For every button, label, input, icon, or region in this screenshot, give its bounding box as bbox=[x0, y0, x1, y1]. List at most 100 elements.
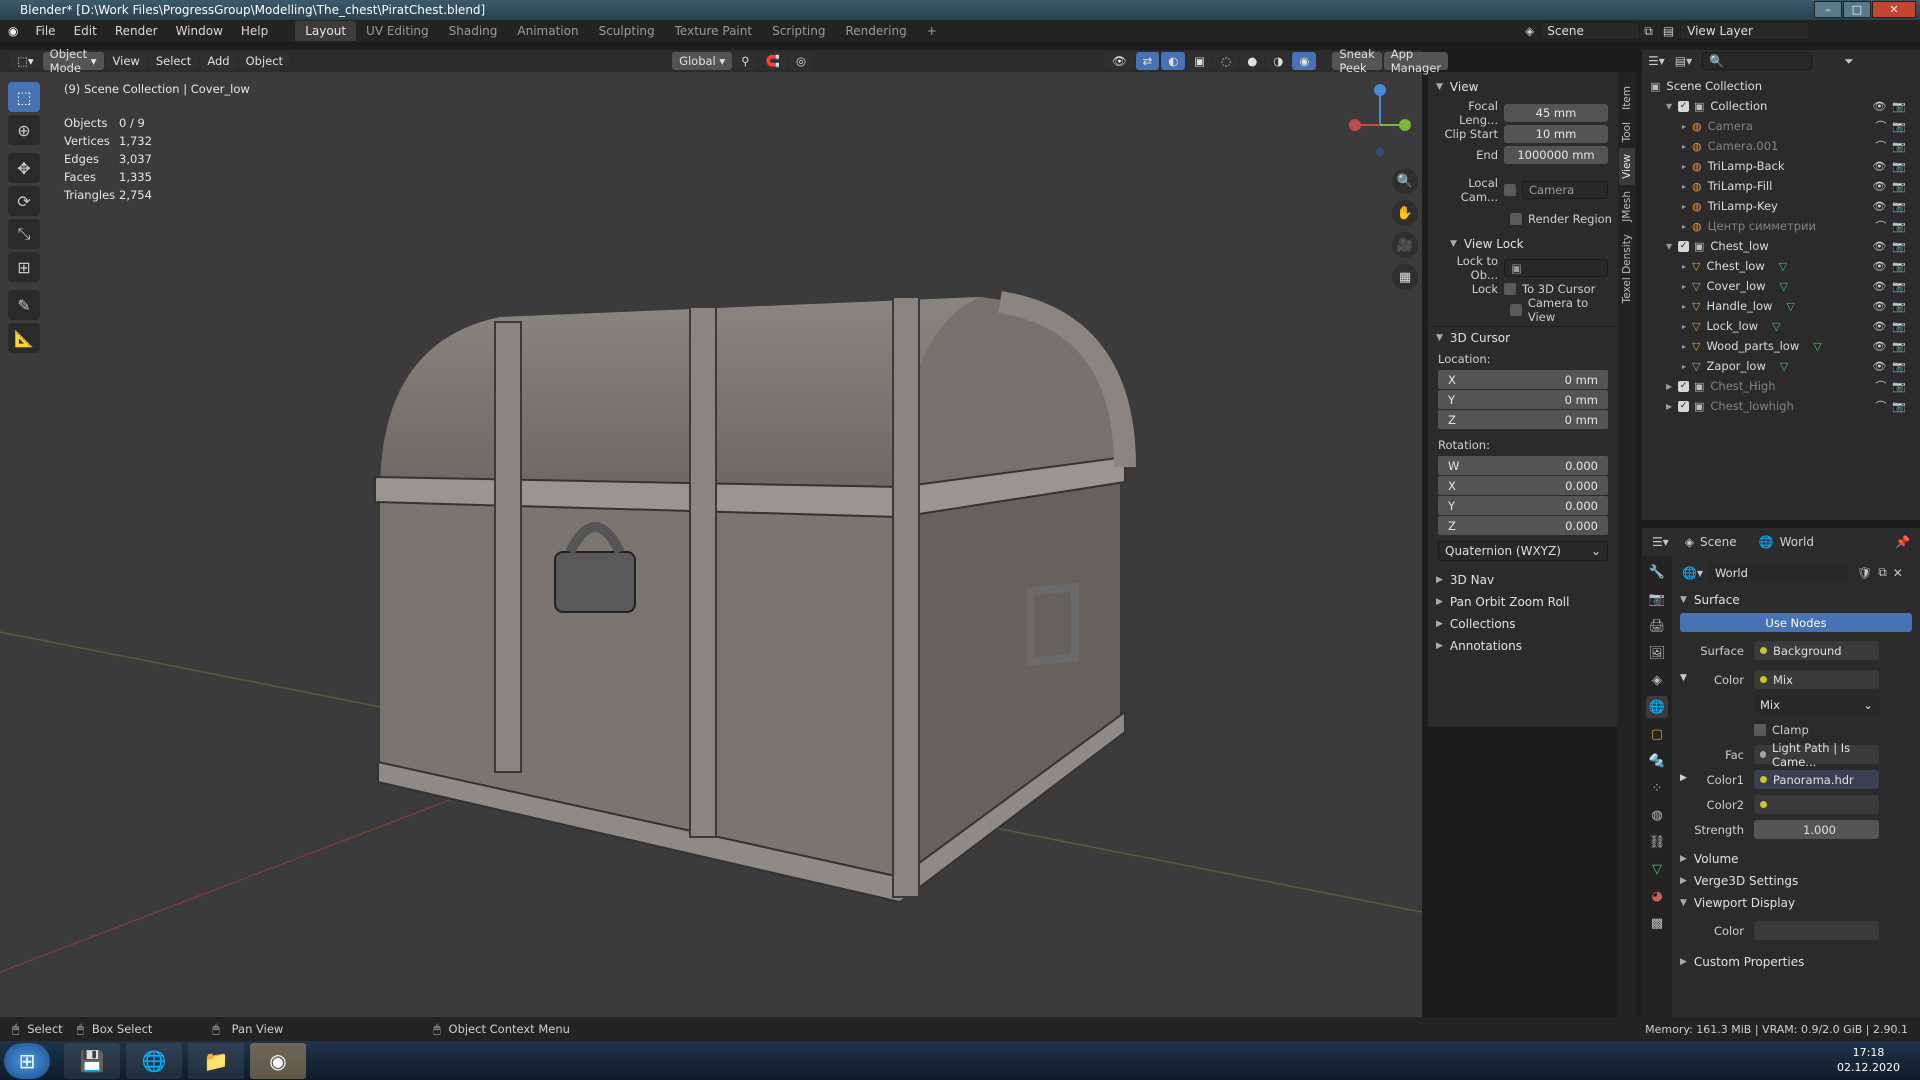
world-browse-icon[interactable]: 🌐▾ bbox=[1682, 566, 1703, 580]
visibility-render-icons[interactable]: ⌒📷 bbox=[1875, 218, 1912, 234]
tab-view[interactable]: View bbox=[1619, 148, 1635, 186]
focal-length-field[interactable]: 45 mm bbox=[1504, 103, 1608, 122]
to-3d-cursor-checkbox[interactable] bbox=[1504, 282, 1516, 295]
mode-selector[interactable]: Object Mode ▾ bbox=[42, 47, 104, 75]
collection-checkbox[interactable]: ✓ bbox=[1678, 240, 1689, 252]
editor-type-button[interactable]: ⬚▾ bbox=[10, 52, 41, 70]
visibility-render-icons[interactable]: ⌒📷 bbox=[1875, 378, 1912, 394]
volume-panel-header[interactable]: ▶ Volume bbox=[1672, 848, 1920, 870]
menu-object[interactable]: Object bbox=[238, 52, 291, 70]
cursor-rotation-y[interactable]: Y 0.000 bbox=[1438, 496, 1608, 515]
vd-color-swatch[interactable] bbox=[1754, 921, 1879, 940]
menu-help[interactable]: Help bbox=[232, 24, 277, 38]
outliner-row[interactable]: ▸ ▽ Lock_low ▽ 👁📷 bbox=[1642, 316, 1920, 336]
pan-hand-icon[interactable]: ✋ bbox=[1392, 200, 1418, 226]
expand-arrow-icon[interactable]: ▶ bbox=[1666, 382, 1676, 391]
surface-panel-header[interactable]: ▼ Surface bbox=[1672, 589, 1920, 611]
cursor-tool-icon[interactable]: ⊕ bbox=[8, 115, 40, 145]
constraint-tab-icon[interactable]: ⛓ bbox=[1646, 831, 1668, 853]
outliner-row[interactable]: ▼ ✓ ▣ Collection 👁📷 bbox=[1642, 96, 1920, 116]
sneak-peek-button[interactable]: Sneak Peek bbox=[1332, 47, 1382, 75]
scene-tab-icon[interactable]: ◈ bbox=[1646, 669, 1668, 691]
visibility-render-icons[interactable]: 👁📷 bbox=[1872, 360, 1912, 373]
material-shading-icon[interactable]: ◑ bbox=[1266, 52, 1291, 70]
outliner-row[interactable]: ▸ ◍ Camera.001 ⌒📷 bbox=[1642, 136, 1920, 156]
proportional-edit-icon[interactable]: ◎ bbox=[788, 52, 813, 70]
clamp-checkbox[interactable] bbox=[1754, 723, 1766, 736]
editor-type-icon[interactable]: ☰▾ bbox=[1652, 535, 1669, 549]
outliner-root[interactable]: ▣ Scene Collection bbox=[1642, 76, 1920, 96]
tab-animation[interactable]: Animation bbox=[507, 21, 588, 41]
blender-logo-icon[interactable]: ◉ bbox=[8, 24, 18, 38]
cursor-location-x[interactable]: X 0 mm bbox=[1438, 370, 1608, 389]
menu-render[interactable]: Render bbox=[106, 24, 167, 38]
physics-tab-icon[interactable]: ◍ bbox=[1646, 804, 1668, 826]
visibility-render-icons[interactable]: ⌒📷 bbox=[1875, 138, 1912, 154]
outliner-row[interactable]: ▸ ▽ Chest_low ▽ 👁📷 bbox=[1642, 256, 1920, 276]
panel-collections[interactable]: ▶ Collections bbox=[1428, 613, 1618, 635]
visibility-render-icons[interactable]: 👁📷 bbox=[1872, 240, 1912, 253]
modifier-tab-icon[interactable]: 🔩 bbox=[1646, 750, 1668, 772]
fake-user-icon[interactable]: 🛡 bbox=[1857, 566, 1872, 580]
view-layer-icon[interactable]: ▤ bbox=[1663, 24, 1674, 38]
outliner-row[interactable]: ▶ ✓ ▣ Chest_High ⌒📷 bbox=[1642, 376, 1920, 396]
render-region-checkbox[interactable] bbox=[1510, 212, 1522, 225]
zoom-icon[interactable]: 🔍 bbox=[1392, 168, 1418, 194]
menu-file[interactable]: File bbox=[26, 24, 64, 38]
tab-item[interactable]: Item bbox=[1619, 80, 1635, 116]
local-camera-checkbox[interactable] bbox=[1504, 183, 1516, 196]
mesh-data-icon[interactable]: ▽ bbox=[1780, 360, 1788, 373]
object-tab-icon[interactable]: ▢ bbox=[1646, 723, 1668, 745]
outliner-row[interactable]: ▸ ▽ Zapor_low ▽ 👁📷 bbox=[1642, 356, 1920, 376]
pin-icon[interactable]: 📌 bbox=[1895, 535, 1910, 549]
scene-selector[interactable]: Scene bbox=[1540, 22, 1641, 40]
world-name-field[interactable]: World bbox=[1708, 563, 1849, 582]
expand-arrow-icon[interactable]: ▼ bbox=[1666, 102, 1676, 111]
expand-arrow-icon[interactable]: ▶ bbox=[1666, 402, 1676, 411]
color2-field[interactable] bbox=[1754, 795, 1879, 814]
color1-field[interactable]: Panorama.hdr bbox=[1754, 770, 1879, 789]
output-tab-icon[interactable]: 🖨 bbox=[1646, 615, 1668, 637]
mix-mode-dropdown[interactable]: Mix ⌄ bbox=[1754, 695, 1879, 714]
viewport-display-header[interactable]: ▼ Viewport Display bbox=[1672, 892, 1920, 914]
overlay-toggle-icon[interactable]: ◐ bbox=[1161, 52, 1186, 70]
strength-field[interactable]: 1.000 bbox=[1754, 820, 1879, 839]
camera-to-view-checkbox[interactable] bbox=[1510, 303, 1522, 316]
outliner-search-input[interactable]: 🔍 bbox=[1702, 52, 1813, 70]
mesh-data-icon[interactable]: ▽ bbox=[1813, 340, 1821, 353]
pivot-icon[interactable]: ⚲ bbox=[734, 52, 757, 70]
panel-3d-cursor-header[interactable]: ▼ 3D Cursor bbox=[1428, 326, 1618, 348]
visibility-render-icons[interactable]: 👁📷 bbox=[1872, 260, 1912, 273]
tab-texel-density[interactable]: Texel Density bbox=[1619, 228, 1635, 309]
outliner-row[interactable]: ▼ ✓ ▣ Chest_low 👁📷 bbox=[1642, 236, 1920, 256]
local-camera-field[interactable]: Camera bbox=[1522, 180, 1608, 199]
tab-shading[interactable]: Shading bbox=[439, 21, 508, 41]
solid-shading-icon[interactable]: ● bbox=[1240, 52, 1265, 70]
snap-icon[interactable]: 🧲 bbox=[758, 52, 787, 70]
mesh-data-icon[interactable]: ▽ bbox=[1786, 300, 1794, 313]
visibility-render-icons[interactable]: 👁📷 bbox=[1872, 160, 1912, 173]
gizmo-toggle-icon[interactable]: ⇄ bbox=[1135, 52, 1160, 70]
particles-tab-icon[interactable]: ⁘ bbox=[1646, 777, 1668, 799]
menu-view[interactable]: View bbox=[105, 52, 147, 70]
tab-jmesh[interactable]: JMesh bbox=[1619, 185, 1635, 228]
world-tab-icon[interactable]: 🌐 bbox=[1646, 696, 1668, 718]
unlink-icon[interactable]: ✕ bbox=[1893, 566, 1903, 580]
menu-edit[interactable]: Edit bbox=[65, 24, 106, 38]
select-box-tool-icon[interactable]: ⬚ bbox=[8, 82, 40, 112]
data-tab-icon[interactable]: ▽ bbox=[1646, 858, 1668, 880]
navigation-gizmo[interactable] bbox=[1345, 80, 1415, 160]
move-tool-icon[interactable]: ✥ bbox=[8, 153, 40, 183]
blender-app-icon[interactable]: ◉ bbox=[250, 1042, 306, 1079]
collection-checkbox[interactable]: ✓ bbox=[1678, 380, 1689, 392]
outliner-row[interactable]: ▸ ◍ TriLamp-Fill 👁📷 bbox=[1642, 176, 1920, 196]
display-mode-icon[interactable]: ▤▾ bbox=[1675, 54, 1692, 68]
collection-checkbox[interactable]: ✓ bbox=[1678, 400, 1689, 412]
tab-texture-paint[interactable]: Texture Paint bbox=[665, 21, 762, 41]
system-clock[interactable]: 17:18 02.12.2020 bbox=[1837, 1045, 1900, 1075]
outliner-row[interactable]: ▶ ✓ ▣ Chest_lowhigh ⌒📷 bbox=[1642, 396, 1920, 416]
camera-view-icon[interactable]: 🎥 bbox=[1392, 232, 1418, 258]
scale-tool-icon[interactable]: ⤡ bbox=[8, 219, 40, 249]
cursor-location-z[interactable]: Z 0 mm bbox=[1438, 410, 1608, 429]
explorer-app-icon[interactable]: 📁 bbox=[188, 1042, 244, 1079]
